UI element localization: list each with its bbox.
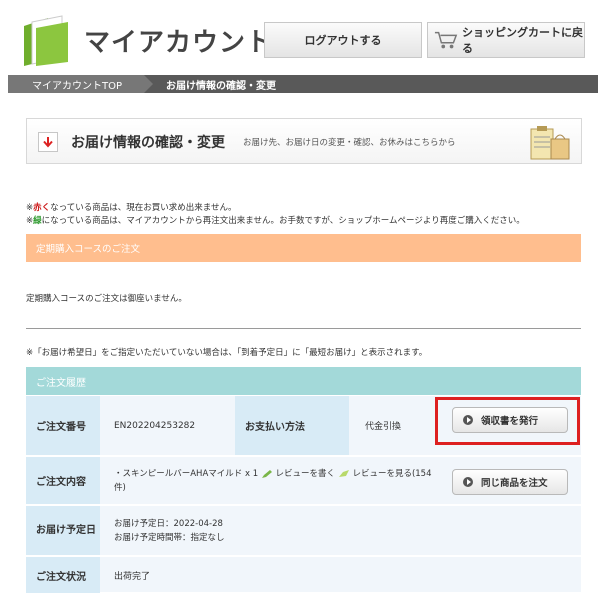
site-title: マイアカウント (84, 28, 274, 58)
breadcrumb-current: お届け情報の確認・変更 (166, 80, 277, 92)
order-number-value: EN202204253282 (114, 420, 196, 431)
order-content-label: ご注文内容 (26, 457, 100, 504)
reorder-note: ※緑になっている商品は、マイアカウントから再注文出来ません。お手数ですが、ショッ… (26, 214, 525, 226)
order-status-value: 出荷完了 (114, 571, 151, 582)
folder-logo-icon (18, 12, 74, 68)
note-green-text: 緑 (33, 216, 42, 226)
write-review-link[interactable]: レビューを書く (276, 469, 336, 479)
breadcrumb-top-link[interactable]: マイアカウントTOP (8, 75, 154, 93)
payment-method-label: お支払い方法 (235, 396, 349, 455)
note-red-text: 赤く (33, 203, 51, 213)
unavailable-note: ※赤くなっている商品は、現在お買い求め出来ません。 (26, 201, 236, 213)
clipboard-bag-icon (519, 121, 575, 163)
delivery-date-label: お届け予定日 (26, 506, 100, 555)
logout-button[interactable]: ログアウトする (264, 22, 422, 58)
delivery-date-row (26, 506, 581, 556)
page-title: お届け情報の確認・変更 (71, 135, 225, 151)
logout-button-label: ログアウトする (304, 34, 382, 47)
note-text: なっている商品は、現在お買い求め出来ません。 (50, 203, 237, 213)
play-circle-icon (463, 477, 473, 487)
product-name: ・スキンピールバーAHAマイルド x 1 (114, 469, 259, 479)
divider (26, 328, 581, 329)
order-status-label: ご注文状況 (26, 557, 100, 593)
play-circle-icon (463, 415, 473, 425)
delivery-date-value: お届け予定日：2022-04-28 (114, 519, 223, 529)
subscription-message: 定期購入コースのご注文は御座いません。 (26, 294, 187, 304)
order-product-line: ・スキンピールバーAHAマイルド x 1 レビューを書く レビューを見る(154… (114, 467, 439, 495)
order-number-label: ご注文番号 (26, 396, 100, 455)
breadcrumb: マイアカウントTOP お届け情報の確認・変更 (8, 75, 598, 93)
subscription-heading: 定期購入コースのご注文 (26, 234, 581, 262)
shopping-cart-icon (434, 31, 458, 49)
breadcrumb-top-label: マイアカウントTOP (32, 80, 123, 92)
back-to-cart-label: ショッピングカートに戻る (462, 26, 584, 55)
pencil-icon (261, 469, 272, 478)
order-history-heading: ご注文履歴 (26, 367, 581, 395)
reorder-label: 同じ商品を注文 (481, 478, 548, 489)
delivery-note: ※「お届け希望日」をご指定いただいていない場合は、「到着予定日」に「最短お届け」… (26, 348, 428, 358)
down-arrow-icon (38, 132, 58, 152)
issue-receipt-label: 領収書を発行 (481, 416, 539, 427)
payment-method-value: 代金引換 (365, 422, 402, 432)
section-description: お届け先、お届け日の変更・確認、お休みはこちらから (243, 138, 456, 148)
delivery-time-value: お届け予定時間帯：指定なし (114, 533, 225, 543)
order-status-row (26, 557, 581, 593)
issue-receipt-button[interactable]: 領収書を発行 (452, 407, 568, 433)
note-text: になっている商品は、マイアカウントから再注文出来ません。お手数ですが、ショップホ… (41, 216, 525, 226)
section-header: お届け情報の確認・変更 お届け先、お届け日の変更・確認、お休みはこちらから (26, 118, 582, 164)
reorder-button[interactable]: 同じ商品を注文 (452, 469, 568, 495)
magnifier-icon (338, 469, 349, 477)
back-to-cart-button[interactable]: ショッピングカートに戻る (427, 22, 585, 58)
